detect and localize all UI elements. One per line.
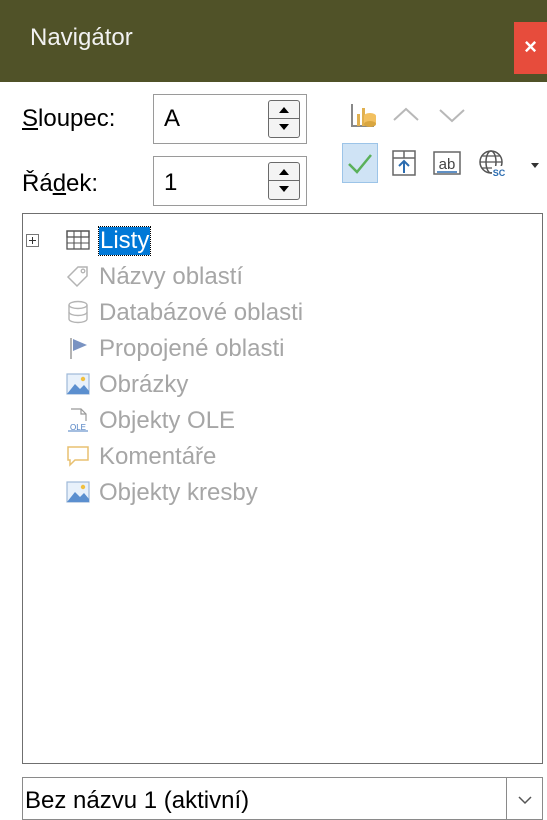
svg-text:SC: SC	[493, 168, 506, 178]
row-spin-field[interactable]: 1	[153, 156, 307, 206]
image-icon	[65, 479, 91, 505]
column-increment-button[interactable]	[269, 101, 299, 119]
row-spin-buttons[interactable]	[268, 162, 300, 200]
tree-item-images[interactable]: Obrázky	[23, 368, 542, 402]
tag-icon	[65, 263, 91, 289]
insert-as-text-icon[interactable]: ab	[430, 146, 464, 180]
checkmark-icon[interactable]	[342, 143, 378, 183]
tree-item-linked-areas[interactable]: Propojené oblasti	[23, 332, 542, 366]
title-bar: Navigátor ×	[0, 0, 547, 82]
tree-item-label: Názvy oblastí	[99, 263, 244, 290]
sheet-grid-icon	[65, 227, 91, 253]
tree-item-database-ranges[interactable]: Databázové oblasti	[23, 296, 542, 330]
row-value[interactable]: 1	[164, 169, 177, 197]
navigator-tree[interactable]: Listy Názvy oblastí Databázové oblasti P…	[22, 213, 543, 764]
database-icon	[65, 299, 91, 325]
globe-icon[interactable]: SC	[476, 146, 510, 180]
chevron-up-icon[interactable]	[389, 98, 423, 132]
column-label: Sloupec:	[22, 105, 115, 133]
row-label: Řádek:	[22, 170, 98, 198]
tree-item-sheets[interactable]: Listy	[23, 224, 542, 258]
document-select-value: Bez názvu 1 (aktivní)	[25, 787, 250, 814]
ole-object-icon: OLE	[65, 407, 91, 433]
close-button[interactable]: ×	[514, 22, 547, 74]
tree-item-label: Komentáře	[99, 443, 217, 470]
row-increment-button[interactable]	[269, 163, 299, 181]
row-label-rest: ek:	[66, 170, 99, 197]
row-label-pre: Řá	[22, 170, 53, 197]
tree-item-label: Objekty kresby	[99, 479, 258, 506]
drag-mode-icon[interactable]	[387, 146, 421, 180]
image-icon	[65, 371, 91, 397]
expand-icon[interactable]	[26, 234, 39, 247]
flag-icon	[65, 335, 91, 361]
data-range-icon[interactable]	[346, 98, 380, 132]
svg-text:ab: ab	[439, 156, 456, 173]
column-decrement-button[interactable]	[269, 119, 299, 137]
row-decrement-button[interactable]	[269, 181, 299, 199]
tree-item-label: Propojené oblasti	[99, 335, 285, 362]
column-label-rest: loupec:	[38, 105, 116, 132]
tree-item-comments[interactable]: Komentáře	[23, 440, 542, 474]
tree-item-label: Obrázky	[99, 371, 189, 398]
comment-icon	[65, 443, 91, 469]
tree-item-label: Objekty OLE	[99, 407, 236, 434]
tree-item-range-names[interactable]: Názvy oblastí	[23, 260, 542, 294]
window-title: Navigátor	[30, 24, 133, 51]
tree-item-label: Databázové oblasti	[99, 299, 304, 326]
chevron-down-icon[interactable]	[435, 98, 469, 132]
column-value[interactable]: A	[164, 105, 180, 133]
column-spin-buttons[interactable]	[268, 100, 300, 138]
dropdown-arrow-icon[interactable]	[528, 158, 542, 172]
row-label-accel: d	[52, 170, 67, 197]
column-label-accel: S	[22, 105, 39, 132]
tree-item-drawing-objects[interactable]: Objekty kresby	[23, 476, 542, 510]
tree-item-ole-objects[interactable]: OLE Objekty OLE	[23, 404, 542, 438]
column-spin-field[interactable]: A	[153, 94, 307, 144]
tree-item-label: Listy	[97, 226, 152, 256]
document-select[interactable]: Bez názvu 1 (aktivní)	[22, 777, 543, 820]
chevron-down-icon[interactable]	[506, 778, 542, 820]
